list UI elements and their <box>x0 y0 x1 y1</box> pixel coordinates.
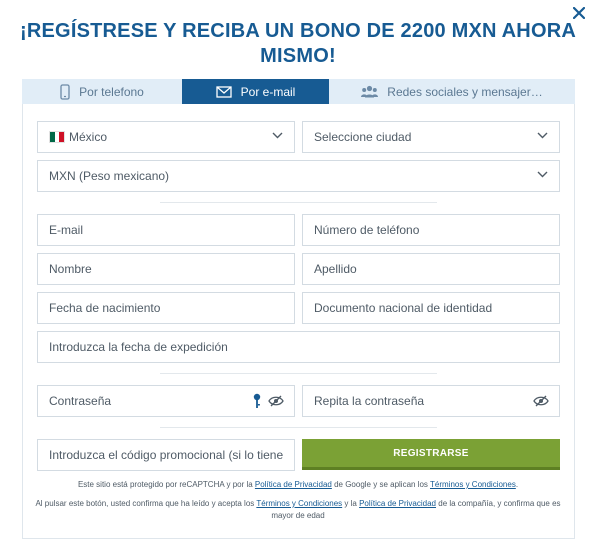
first-name-field[interactable]: Nombre <box>37 253 295 285</box>
eye-slash-icon[interactable] <box>533 395 549 407</box>
phone-placeholder: Número de teléfono <box>314 223 420 237</box>
legal-text: Al pulsar este botón, usted confirma que… <box>35 499 257 508</box>
terms-notice: Al pulsar este botón, usted confirma que… <box>30 498 566 522</box>
terms-link[interactable]: Términos y Condiciones <box>430 480 516 489</box>
mexico-flag-icon <box>49 131 65 143</box>
chevron-down-icon <box>537 132 548 139</box>
id-document-placeholder: Documento nacional de identidad <box>314 301 493 315</box>
divider <box>160 202 437 203</box>
chevron-down-icon <box>272 132 283 139</box>
last-name-field[interactable]: Apellido <box>302 253 560 285</box>
password-placeholder: Contraseña <box>49 394 112 408</box>
last-name-placeholder: Apellido <box>314 262 357 276</box>
tab-social[interactable]: Redes sociales y mensajer… <box>329 79 575 104</box>
tab-email[interactable]: Por e-mail <box>182 79 329 104</box>
issue-date-field[interactable]: Introduzca la fecha de expedición <box>37 331 560 363</box>
birth-date-placeholder: Fecha de nacimiento <box>49 301 161 315</box>
privacy-policy-link[interactable]: Política de Privacidad <box>359 499 436 508</box>
page-title: ¡REGÍSTRESE Y RECIBA UN BONO DE 2200 MXN… <box>20 20 576 67</box>
key-icon[interactable] <box>253 393 261 409</box>
terms-link[interactable]: Términos y Condiciones <box>256 499 342 508</box>
recaptcha-notice: Este sitio está protegido por reCAPTCHA … <box>30 479 566 491</box>
registration-tabs: Por telefono Por e-mail Redes sociales y… <box>22 79 575 104</box>
country-value: México <box>69 130 108 144</box>
close-icon <box>573 7 585 19</box>
tab-phone-label: Por telefono <box>79 84 144 99</box>
id-document-field[interactable]: Documento nacional de identidad <box>302 292 560 324</box>
users-icon <box>361 85 379 98</box>
email-placeholder: E-mail <box>49 223 84 237</box>
legal-text: de Google y se aplican los <box>331 480 430 489</box>
first-name-placeholder: Nombre <box>49 262 92 276</box>
promo-code-placeholder: Introduzca el código promocional (si lo … <box>49 448 283 462</box>
password-field[interactable]: Contraseña <box>37 385 295 417</box>
repeat-password-placeholder: Repita la contraseña <box>314 394 425 408</box>
repeat-password-field[interactable]: Repita la contraseña <box>302 385 560 417</box>
currency-select[interactable]: MXN (Peso mexicano) <box>37 160 560 192</box>
promo-code-field[interactable]: Introduzca el código promocional (si lo … <box>37 439 295 471</box>
city-select[interactable]: Seleccione ciudad <box>302 121 560 153</box>
eye-slash-icon[interactable] <box>268 395 284 407</box>
legal-text: Este sitio está protegido por reCAPTCHA … <box>77 480 255 489</box>
currency-value: MXN (Peso mexicano) <box>49 169 170 183</box>
legal-text: y la <box>342 499 360 508</box>
email-field[interactable]: E-mail <box>37 214 295 246</box>
legal-text: . <box>515 480 519 489</box>
divider <box>160 373 437 374</box>
phone-icon <box>60 83 70 100</box>
privacy-policy-link[interactable]: Política de Privacidad <box>255 480 332 489</box>
chevron-down-icon <box>537 171 548 178</box>
phone-field[interactable]: Número de teléfono <box>302 214 560 246</box>
tab-email-label: Por e-mail <box>240 84 296 99</box>
birth-date-field[interactable]: Fecha de nacimiento <box>37 292 295 324</box>
country-select[interactable]: México <box>37 121 295 153</box>
tab-phone[interactable]: Por telefono <box>22 79 182 104</box>
register-button[interactable]: REGISTRARSE <box>302 439 560 470</box>
issue-date-placeholder: Introduzca la fecha de expedición <box>49 340 228 354</box>
city-value: Seleccione ciudad <box>314 130 412 144</box>
envelope-icon <box>216 85 232 98</box>
divider <box>160 427 437 428</box>
tab-social-label: Redes sociales y mensajer… <box>387 84 543 99</box>
